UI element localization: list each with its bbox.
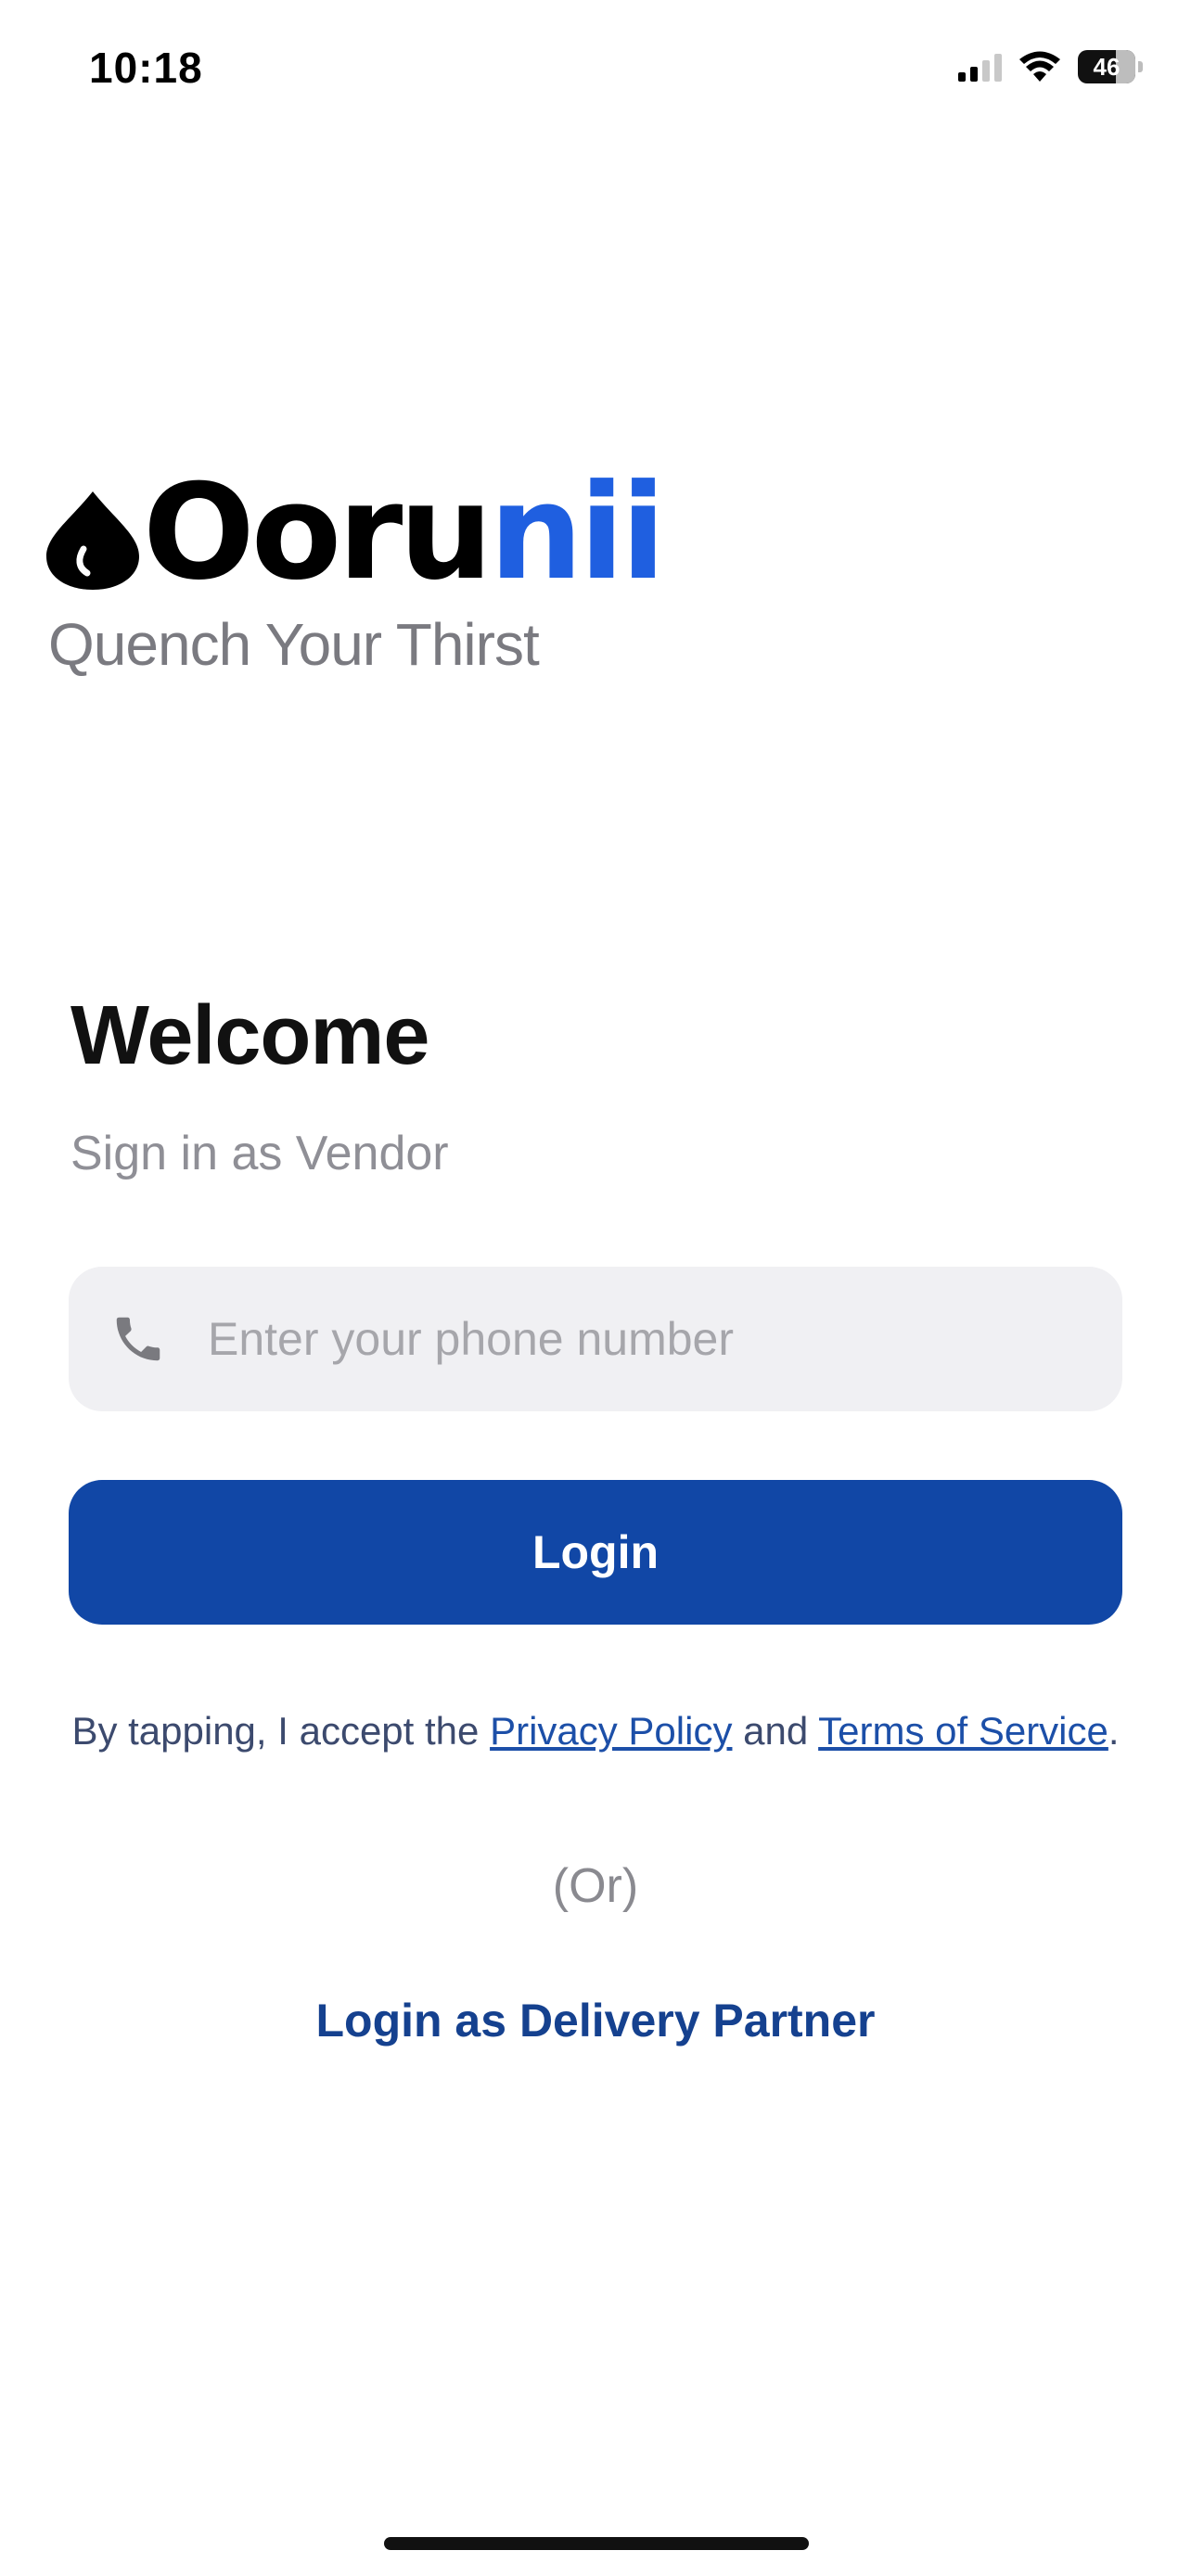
water-drop-icon xyxy=(46,491,139,590)
home-indicator[interactable] xyxy=(384,2537,809,2550)
or-separator: (Or) xyxy=(552,1859,639,1913)
page-title: Welcome xyxy=(70,989,429,1082)
legal-conjunction: and xyxy=(732,1709,819,1753)
phone-input[interactable] xyxy=(206,1311,1122,1367)
battery-icon: 46 xyxy=(1078,50,1143,83)
status-icons: 46 xyxy=(958,50,1143,83)
brand-tagline: Quench Your Thirst xyxy=(48,611,540,678)
login-button[interactable]: Login xyxy=(69,1480,1122,1625)
legal-prefix: By tapping, I accept the xyxy=(71,1709,491,1753)
wifi-icon xyxy=(1019,51,1060,82)
page-subtitle: Sign in as Vendor xyxy=(70,1127,449,1180)
brand-logo: Oorunii xyxy=(43,451,666,599)
delivery-partner-login-link[interactable]: Login as Delivery Partner xyxy=(0,1994,1191,2047)
terms-of-service-link[interactable]: Terms of Service xyxy=(818,1709,1108,1753)
phone-field[interactable] xyxy=(69,1267,1122,1411)
privacy-policy-link[interactable]: Privacy Policy xyxy=(490,1709,732,1753)
legal-suffix: . xyxy=(1108,1709,1120,1753)
brand-name: Oorunii xyxy=(143,467,666,599)
phone-icon xyxy=(116,1317,160,1361)
status-time: 10:18 xyxy=(89,44,203,92)
status-bar: 10:18 46 xyxy=(0,0,1191,148)
brand-name-main: Ooru xyxy=(143,456,493,609)
legal-text: By tapping, I accept the Privacy Policy … xyxy=(69,1701,1122,1762)
battery-level: 46 xyxy=(1093,52,1121,81)
brand-name-accent: nii xyxy=(489,456,665,609)
cellular-signal-icon xyxy=(958,52,1002,82)
